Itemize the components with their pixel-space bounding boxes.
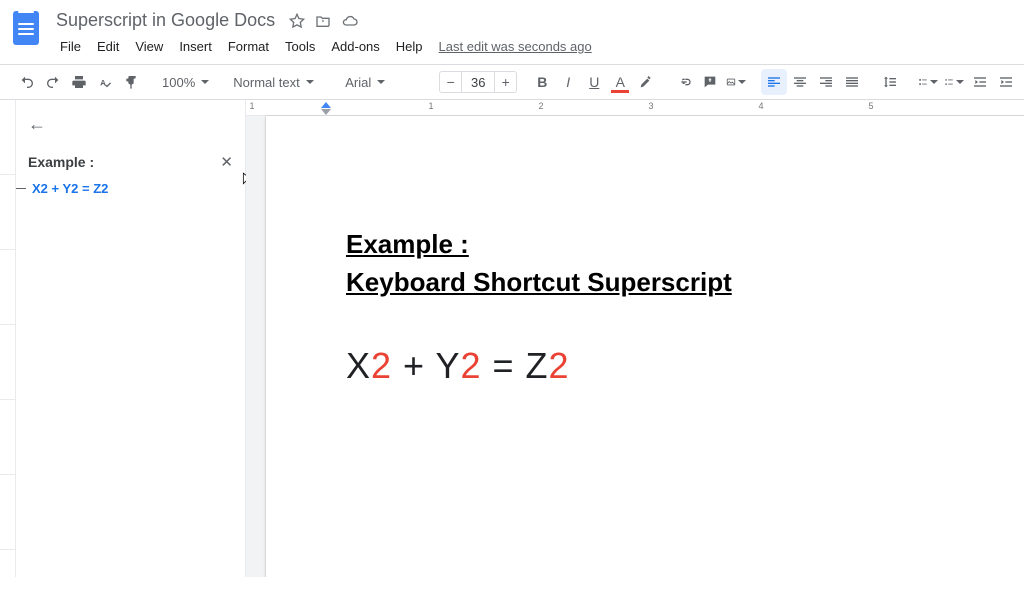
equation-exp: 2 — [460, 345, 481, 386]
title-bar: Superscript in Google Docs File Edit Vie… — [0, 0, 1024, 58]
move-icon[interactable] — [315, 13, 331, 29]
insert-image-button[interactable] — [723, 69, 749, 95]
equation-exp: 2 — [371, 345, 392, 386]
paragraph-style-dropdown[interactable]: Normal text — [227, 69, 327, 95]
heading-line-2[interactable]: Keyboard Shortcut Superscript — [346, 264, 1024, 302]
increase-indent-button[interactable] — [993, 69, 1019, 95]
heading-line-1[interactable]: Example : — [346, 226, 1024, 264]
outline-panel: ← Example : ✕ X2 + Y2 = Z2 — [16, 100, 246, 577]
font-size-increase-button[interactable]: + — [495, 71, 517, 93]
bulleted-list-button[interactable] — [941, 69, 967, 95]
ruler-label: 1 — [428, 101, 433, 111]
equation-var: X — [346, 345, 371, 386]
print-button[interactable] — [66, 69, 92, 95]
menu-addons[interactable]: Add-ons — [323, 35, 387, 58]
italic-button[interactable]: I — [555, 69, 581, 95]
menu-file[interactable]: File — [52, 35, 89, 58]
text-color-button[interactable]: A — [607, 69, 633, 95]
align-left-button[interactable] — [761, 69, 787, 95]
equation-text[interactable]: X2 + Y2 = Z2 — [346, 345, 1024, 387]
spellcheck-button[interactable] — [92, 69, 118, 95]
equation-exp: 2 — [549, 345, 570, 386]
font-size-control: − 36 + — [439, 71, 517, 93]
menu-view[interactable]: View — [127, 35, 171, 58]
align-justify-button[interactable] — [839, 69, 865, 95]
outline-back-button[interactable]: ← — [28, 114, 233, 135]
equation-var: Y — [435, 345, 460, 386]
chevron-down-icon — [738, 80, 746, 84]
bold-button[interactable]: B — [529, 69, 555, 95]
menu-help[interactable]: Help — [388, 35, 431, 58]
menu-format[interactable]: Format — [220, 35, 277, 58]
docs-app-icon[interactable] — [6, 8, 46, 48]
equation-op: = — [481, 345, 525, 386]
insert-comment-button[interactable] — [697, 69, 723, 95]
document-area: 1 1 2 3 4 5 Example : Keyboard Shortcut … — [246, 100, 1024, 577]
paint-format-button[interactable] — [118, 69, 144, 95]
horizontal-ruler[interactable]: 1 1 2 3 4 5 — [246, 100, 1024, 116]
chevron-down-icon — [306, 80, 314, 84]
redo-button[interactable] — [40, 69, 66, 95]
cloud-saved-icon[interactable] — [341, 13, 359, 29]
menu-bar: File Edit View Insert Format Tools Add-o… — [52, 35, 600, 58]
workspace: ← Example : ✕ X2 + Y2 = Z2 1 1 2 3 4 5 — [0, 100, 1024, 577]
underline-button[interactable]: U — [581, 69, 607, 95]
align-center-button[interactable] — [787, 69, 813, 95]
equation-var: Z — [526, 345, 549, 386]
first-line-indent-marker[interactable] — [321, 102, 331, 108]
font-size-decrease-button[interactable]: − — [439, 71, 461, 93]
outline-heading[interactable]: Example : — [28, 154, 94, 170]
font-family-value: Arial — [345, 75, 371, 90]
paragraph-style-value: Normal text — [233, 75, 299, 90]
equation-op: + — [392, 345, 435, 386]
align-right-button[interactable] — [813, 69, 839, 95]
font-family-dropdown[interactable]: Arial — [339, 69, 427, 95]
text-color-swatch — [611, 90, 629, 93]
menu-tools[interactable]: Tools — [277, 35, 323, 58]
document-page[interactable]: Example : Keyboard Shortcut Superscript … — [266, 116, 1024, 577]
left-indent-marker[interactable] — [321, 109, 331, 115]
chevron-down-icon — [956, 80, 964, 84]
vertical-ruler[interactable] — [0, 100, 16, 577]
chevron-down-icon — [930, 80, 938, 84]
close-icon[interactable]: ✕ — [220, 153, 233, 171]
star-icon[interactable] — [289, 13, 305, 29]
zoom-dropdown[interactable]: 100% — [156, 69, 215, 95]
menu-insert[interactable]: Insert — [171, 35, 220, 58]
zoom-value: 100% — [162, 75, 195, 90]
document-title[interactable]: Superscript in Google Docs — [52, 8, 279, 33]
ruler-label: 5 — [868, 101, 873, 111]
line-spacing-button[interactable] — [877, 69, 903, 95]
menu-edit[interactable]: Edit — [89, 35, 127, 58]
decrease-indent-button[interactable] — [967, 69, 993, 95]
ruler-label: 4 — [758, 101, 763, 111]
font-size-input[interactable]: 36 — [461, 71, 495, 93]
ruler-label: 1 — [249, 101, 254, 111]
ruler-label: 2 — [538, 101, 543, 111]
highlight-color-button[interactable] — [633, 69, 659, 95]
insert-link-button[interactable] — [671, 69, 697, 95]
toolbar: 100% Normal text Arial − 36 + B I U A — [0, 64, 1024, 100]
undo-button[interactable] — [14, 69, 40, 95]
last-edit-status[interactable]: Last edit was seconds ago — [431, 35, 600, 58]
outline-item[interactable]: X2 + Y2 = Z2 — [32, 181, 108, 196]
checklist-button[interactable] — [915, 69, 941, 95]
outline-bullet-icon — [16, 188, 26, 189]
chevron-down-icon — [201, 80, 209, 84]
ruler-label: 3 — [648, 101, 653, 111]
chevron-down-icon — [377, 80, 385, 84]
